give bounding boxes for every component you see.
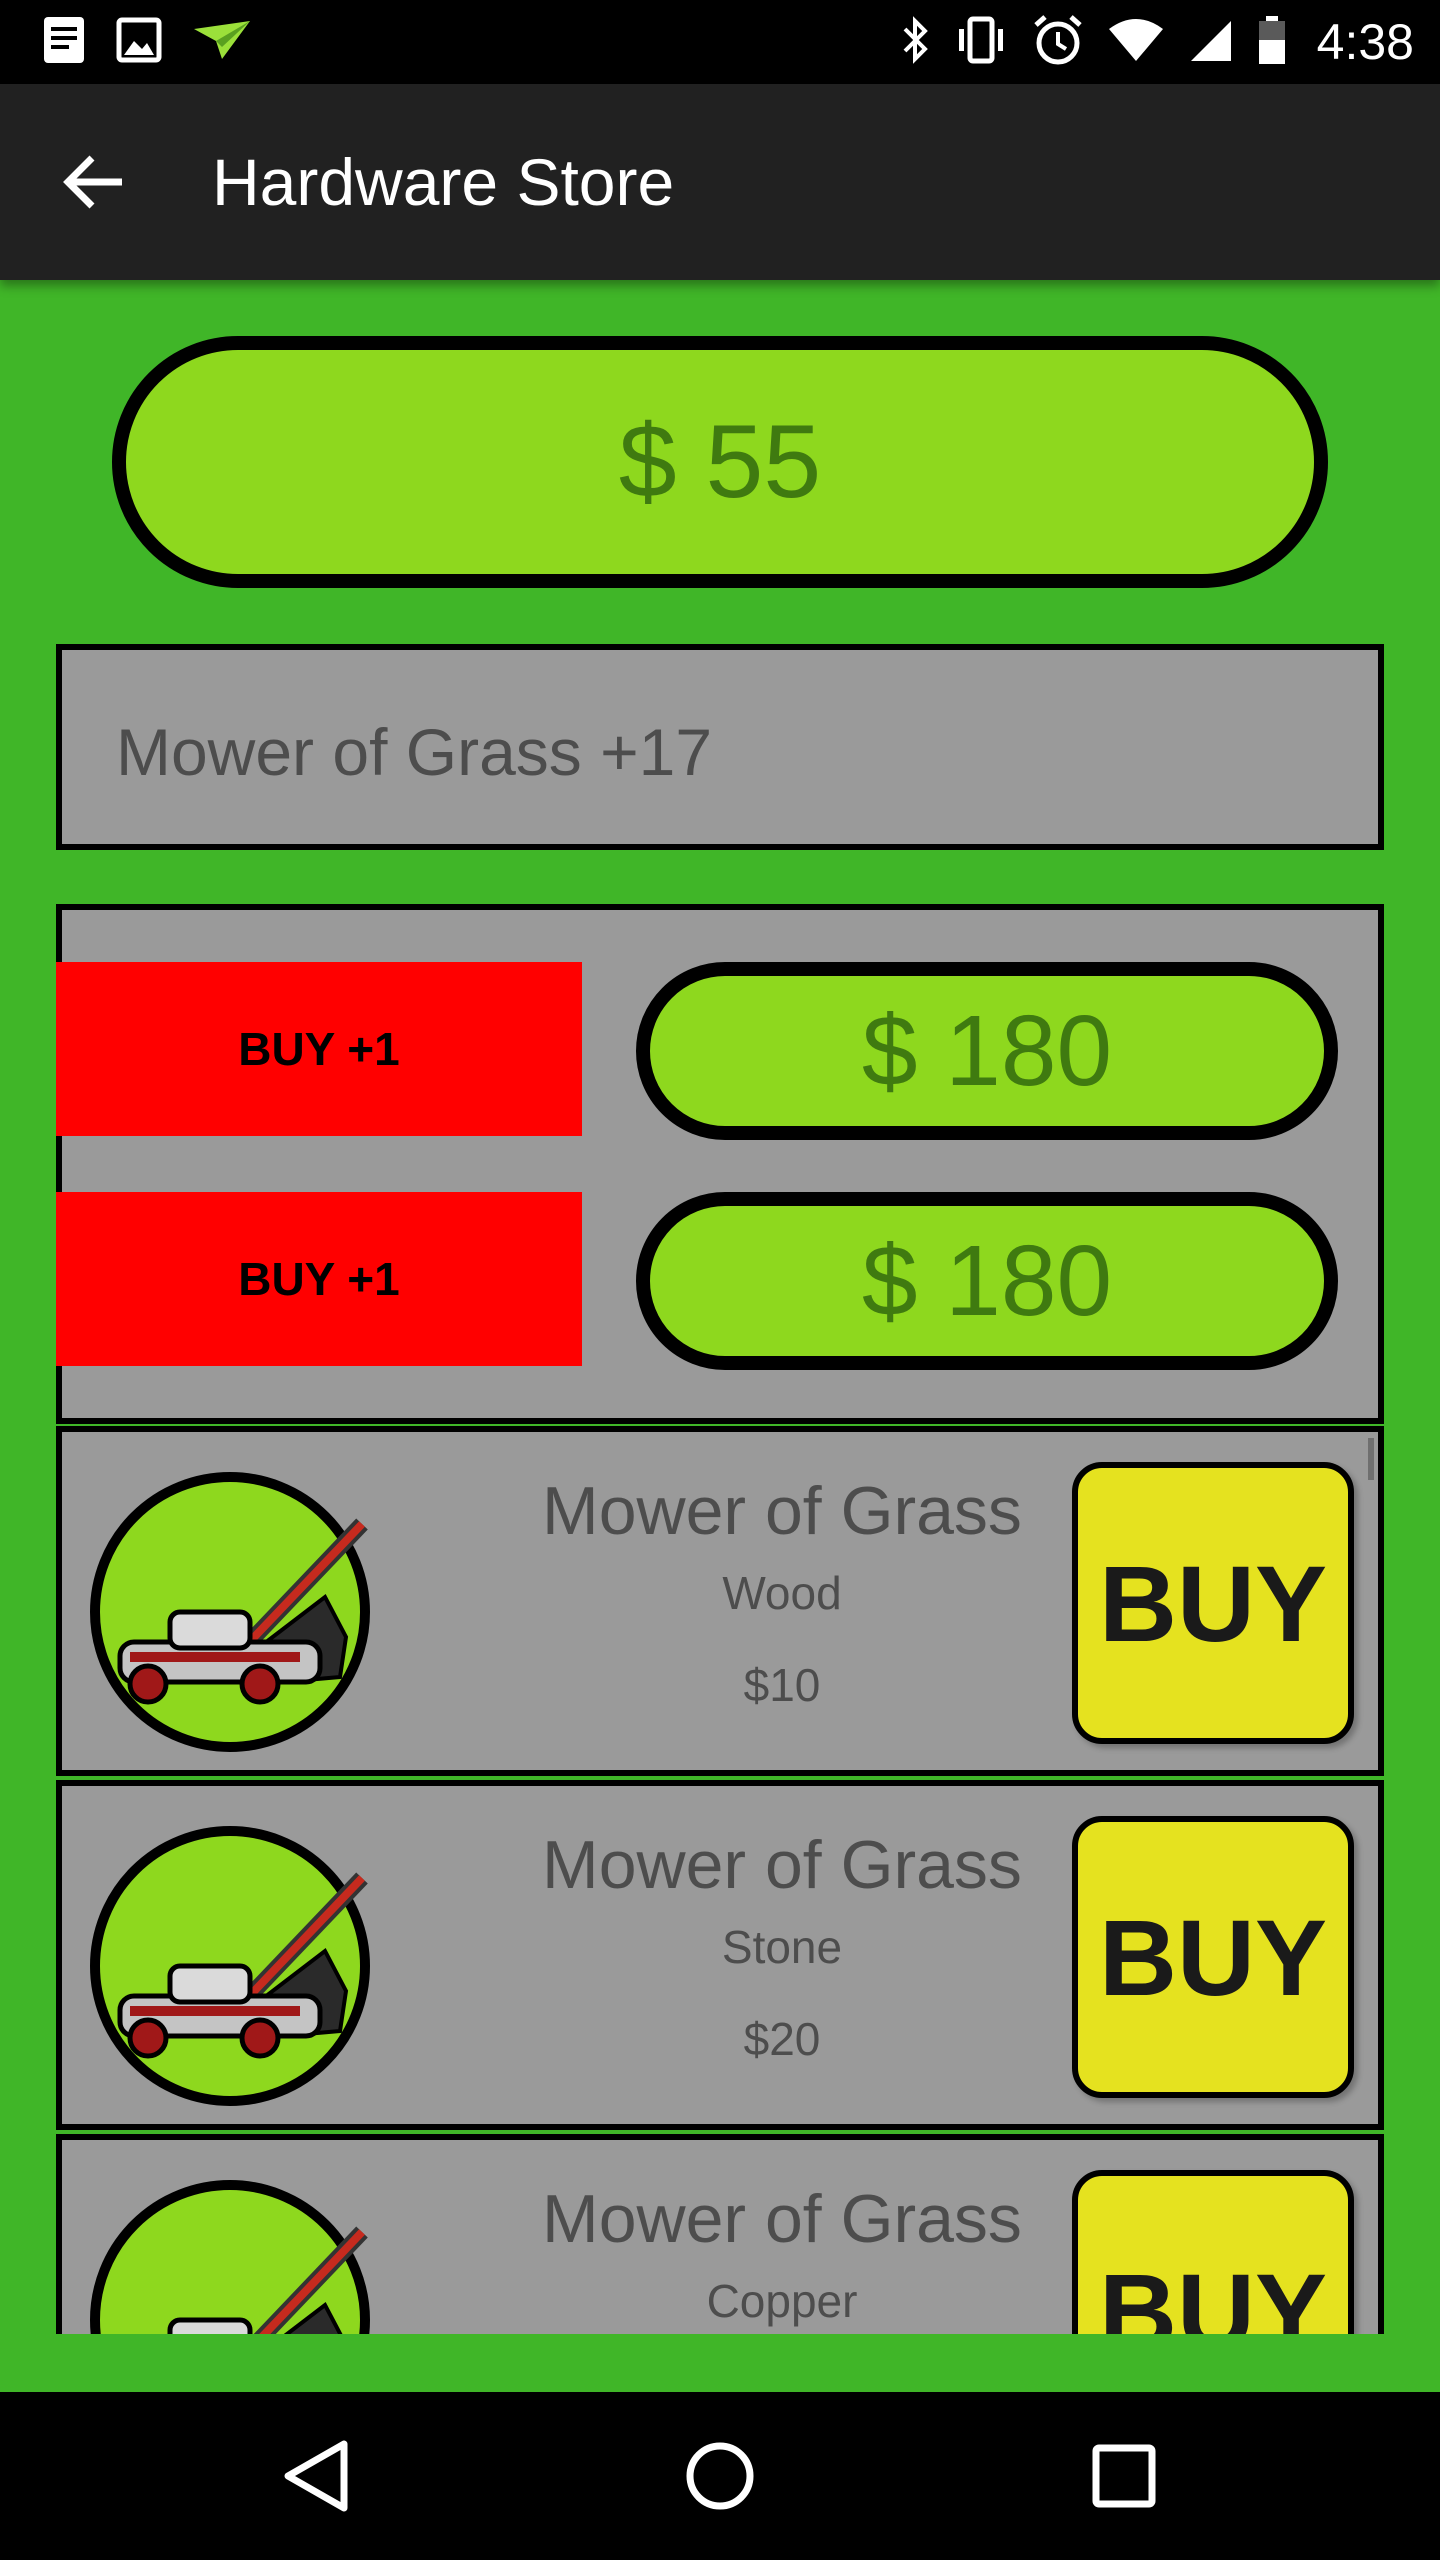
item-name: Mower of Grass — [542, 1473, 1022, 1549]
shop-item: Mower of Grass Stone $20 BUY — [56, 1780, 1384, 2130]
upgrade-price-label: $ 180 — [861, 994, 1113, 1107]
vibrate-icon — [953, 15, 1009, 70]
status-bar: 4:38 — [0, 0, 1440, 84]
page-title: Hardware Store — [212, 145, 675, 219]
nav-back-icon — [284, 2440, 348, 2512]
item-material: Wood — [722, 1567, 842, 1619]
money-balance: $ 55 — [112, 336, 1328, 588]
lawn-mower-icon — [90, 1826, 370, 2106]
buy-upgrade-button[interactable]: BUY +1 — [56, 1192, 582, 1366]
item-material: Stone — [721, 1921, 843, 1973]
app-bar: Hardware Store — [0, 84, 1440, 280]
status-bar-notifications — [42, 14, 252, 70]
buy-item-button[interactable]: BUY — [1072, 2170, 1354, 2334]
nav-back-button[interactable] — [272, 2432, 360, 2520]
nav-home-icon — [686, 2442, 754, 2510]
item-price: $10 — [743, 1659, 821, 1711]
back-button[interactable] — [56, 142, 136, 222]
upgrade-price-pill: $ 180 — [636, 962, 1338, 1140]
item-name: Mower of Grass — [542, 2181, 1022, 2257]
battery-icon — [1257, 14, 1287, 71]
wifi-icon — [1107, 17, 1165, 68]
nav-home-button[interactable] — [676, 2432, 764, 2520]
buy-item-button[interactable]: BUY — [1072, 1462, 1354, 1744]
upgrade-price-label: $ 180 — [861, 1224, 1113, 1337]
shop-item: Mower of Grass Copper BUY — [56, 2134, 1384, 2334]
lawn-mower-icon — [90, 1472, 370, 1752]
item-material: Copper — [706, 2275, 858, 2327]
item-name: Mower of Grass — [542, 1827, 1022, 1903]
nav-recents-icon — [1092, 2444, 1156, 2508]
bluetooth-icon — [901, 15, 931, 70]
lawn-mower-icon — [90, 2180, 370, 2334]
selected-item-box: Mower of Grass +17 — [56, 644, 1384, 850]
selected-item-label: Mower of Grass +17 — [116, 715, 713, 789]
money-balance-label: $ 55 — [618, 403, 822, 520]
system-nav-bar — [0, 2392, 1440, 2560]
upgrade-price-pill: $ 180 — [636, 1192, 1338, 1370]
item-price: $20 — [743, 2013, 821, 2065]
buy-upgrade-button[interactable]: BUY +1 — [56, 962, 582, 1136]
image-icon — [116, 17, 162, 68]
arrow-back-icon — [63, 155, 122, 209]
nav-recents-button[interactable] — [1080, 2432, 1168, 2520]
shop-list[interactable]: Mower of Grass Wood $10 BUY Mower of Gra… — [56, 1422, 1384, 2334]
shop-item: Mower of Grass Wood $10 BUY — [56, 1426, 1384, 1776]
document-icon — [42, 15, 86, 70]
status-clock: 4:38 — [1316, 14, 1414, 70]
paper-plane-icon — [192, 17, 252, 68]
buy-item-button[interactable]: BUY — [1072, 1816, 1354, 2098]
signal-icon — [1187, 17, 1235, 68]
status-bar-system: 4:38 — [901, 10, 1414, 74]
scrollbar-thumb[interactable] — [1368, 1438, 1374, 1480]
alarm-icon — [1031, 13, 1085, 72]
